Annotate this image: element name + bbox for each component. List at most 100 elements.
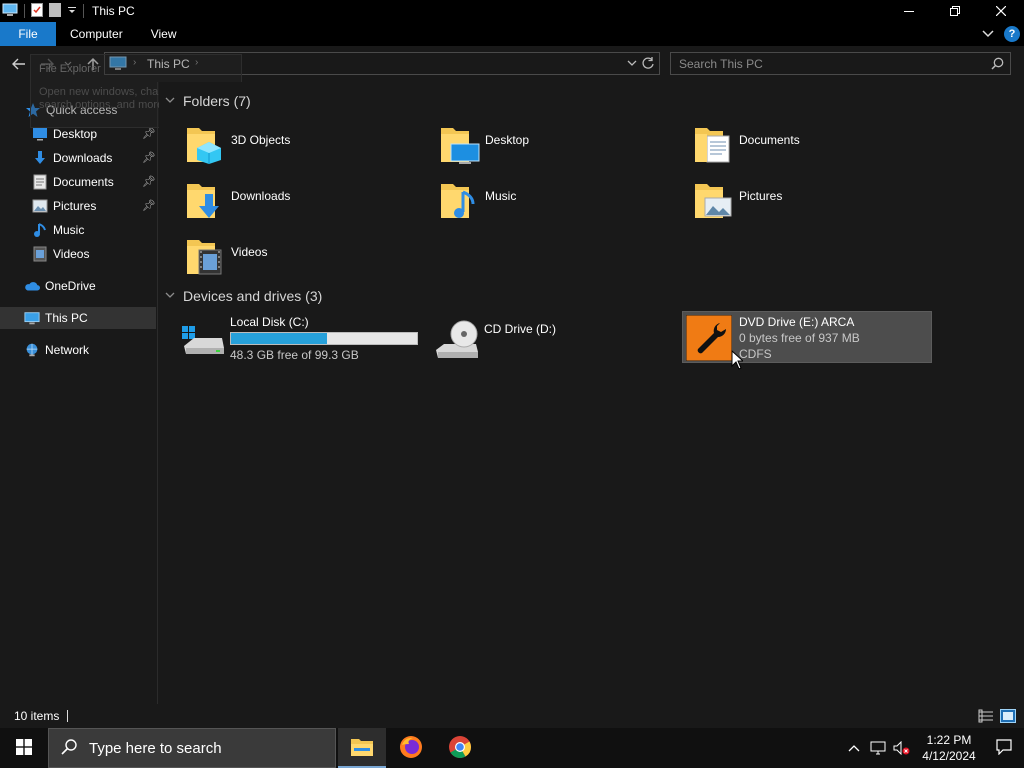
folder-desktop[interactable]: Desktop — [439, 122, 679, 170]
folder-downloads[interactable]: Downloads — [185, 178, 425, 226]
drive-usage-bar — [230, 332, 418, 345]
sidebar-item-documents[interactable]: Documents 📌︎ — [0, 171, 156, 193]
taskbar-clock[interactable]: 1:22 PM 4/12/2024 — [914, 732, 984, 764]
computer-icon — [24, 310, 40, 326]
close-button[interactable] — [978, 0, 1024, 22]
customize-toolbar-icon[interactable] — [67, 4, 77, 18]
search-input[interactable] — [671, 53, 981, 74]
view-switcher — [978, 709, 1016, 726]
navigation-pane: Quick access Desktop 📌︎ Downloads 📌︎ Doc… — [0, 82, 158, 704]
taskbar-firefox[interactable] — [387, 728, 435, 768]
desktop-icon — [32, 126, 48, 142]
drive-name: DVD Drive (E:) ARCA — [739, 315, 855, 329]
sidebar-item-label: Network — [45, 343, 90, 357]
window-title: This PC — [92, 4, 135, 18]
documents-icon — [32, 174, 48, 190]
pin-icon[interactable]: 📌︎ — [142, 151, 156, 164]
taskbar: Type here to search 1:22 PM 4/12/2024 — [0, 728, 1024, 768]
quick-access-toolbar — [0, 0, 84, 22]
sidebar-item-videos[interactable]: Videos — [0, 243, 156, 265]
drive-dvd-e[interactable]: DVD Drive (E:) ARCA 0 bytes free of 937 … — [682, 311, 932, 363]
status-separator — [67, 710, 69, 722]
sidebar-item-network[interactable]: Network — [0, 339, 156, 361]
notification-icon — [996, 738, 1012, 758]
chevron-down-icon[interactable] — [627, 56, 637, 73]
chrome-icon — [448, 735, 472, 762]
taskbar-search-label: Type here to search — [89, 739, 222, 757]
documents-folder-icon — [693, 122, 733, 169]
tab-view[interactable]: View — [137, 22, 191, 46]
videos-folder-icon — [185, 234, 225, 281]
folders-group-header[interactable]: Folders (7) — [165, 90, 251, 112]
large-icons-view-icon[interactable] — [1000, 709, 1016, 726]
folder-name: Music — [485, 189, 517, 203]
drive-name: CD Drive (D:) — [484, 322, 556, 336]
folder-documents[interactable]: Documents — [693, 122, 933, 170]
drive-local-disk-c[interactable]: Local Disk (C:) 48.3 GB free of 99.3 GB — [180, 314, 420, 366]
details-view-icon[interactable] — [978, 709, 994, 726]
music-icon — [32, 222, 48, 238]
title-bar: This PC — [0, 0, 1024, 22]
folder-3d-objects[interactable]: 3D Objects — [185, 122, 425, 170]
toolbar-separator — [24, 4, 25, 18]
action-center-button[interactable] — [984, 728, 1024, 768]
sidebar-item-label: Documents — [53, 175, 114, 189]
chevron-down-icon[interactable] — [165, 291, 175, 302]
expand-ribbon-icon[interactable] — [982, 27, 994, 41]
tab-file[interactable]: File — [0, 22, 56, 46]
sidebar-item-label: OneDrive — [45, 279, 96, 293]
clock-date: 4/12/2024 — [922, 749, 976, 763]
tab-computer[interactable]: Computer — [56, 22, 137, 46]
ribbon-right: ? — [982, 22, 1020, 46]
search-box[interactable] — [670, 52, 1011, 75]
back-button[interactable] — [10, 55, 28, 73]
folder-name: 3D Objects — [231, 133, 291, 147]
sidebar-item-downloads[interactable]: Downloads 📌︎ — [0, 147, 156, 169]
chevron-down-icon[interactable] — [165, 96, 175, 107]
minimize-button[interactable] — [886, 0, 932, 22]
folder-name: Documents — [739, 133, 800, 147]
restore-button[interactable] — [932, 0, 978, 22]
status-bar: 10 items — [0, 704, 1024, 728]
folder-videos[interactable]: Videos — [185, 234, 425, 282]
refresh-icon[interactable] — [641, 56, 655, 73]
properties-icon[interactable] — [31, 2, 43, 20]
folder-pictures[interactable]: Pictures — [693, 178, 933, 226]
taskbar-chrome[interactable] — [436, 728, 484, 768]
pin-icon[interactable]: 📌︎ — [142, 175, 156, 188]
toolbar-separator — [83, 4, 84, 18]
sidebar-item-label: Music — [53, 223, 85, 237]
cd-drive-icon — [434, 314, 480, 363]
drive-cd-d[interactable]: CD Drive (D:) — [434, 314, 674, 366]
sidebar-item-music[interactable]: Music — [0, 219, 156, 241]
show-hidden-icons-button[interactable] — [842, 728, 866, 768]
sidebar-item-this-pc[interactable]: This PC — [0, 307, 156, 329]
network-status-icon[interactable] — [866, 728, 890, 768]
window-controls — [886, 0, 1024, 22]
folder-music[interactable]: Music — [439, 178, 679, 226]
item-count: 10 items — [14, 709, 60, 723]
3d-objects-folder-icon — [185, 122, 225, 169]
videos-icon — [32, 246, 48, 262]
sidebar-item-label: Pictures — [53, 199, 97, 213]
firefox-icon — [399, 735, 423, 762]
pin-icon[interactable]: 📌︎ — [142, 199, 156, 212]
start-button[interactable] — [0, 728, 48, 768]
computer-icon[interactable] — [2, 3, 18, 20]
downloads-folder-icon — [185, 178, 225, 225]
help-icon[interactable]: ? — [1004, 26, 1020, 42]
volume-muted-icon[interactable] — [890, 728, 914, 768]
new-folder-icon[interactable] — [49, 2, 61, 20]
taskbar-file-explorer[interactable] — [338, 728, 386, 768]
mouse-pointer-icon — [731, 349, 745, 373]
sidebar-item-pictures[interactable]: Pictures 📌︎ — [0, 195, 156, 217]
sidebar-item-onedrive[interactable]: OneDrive — [0, 275, 156, 297]
system-tray: 1:22 PM 4/12/2024 — [842, 728, 1024, 768]
group-title: Devices and drives (3) — [183, 288, 323, 304]
pin-icon[interactable]: 📌︎ — [142, 127, 156, 140]
drive-name: Local Disk (C:) — [230, 315, 309, 329]
search-icon[interactable] — [991, 57, 1004, 73]
group-title: Folders (7) — [183, 93, 251, 109]
taskbar-search-box[interactable]: Type here to search — [48, 728, 336, 768]
drives-group-header[interactable]: Devices and drives (3) — [165, 285, 322, 307]
